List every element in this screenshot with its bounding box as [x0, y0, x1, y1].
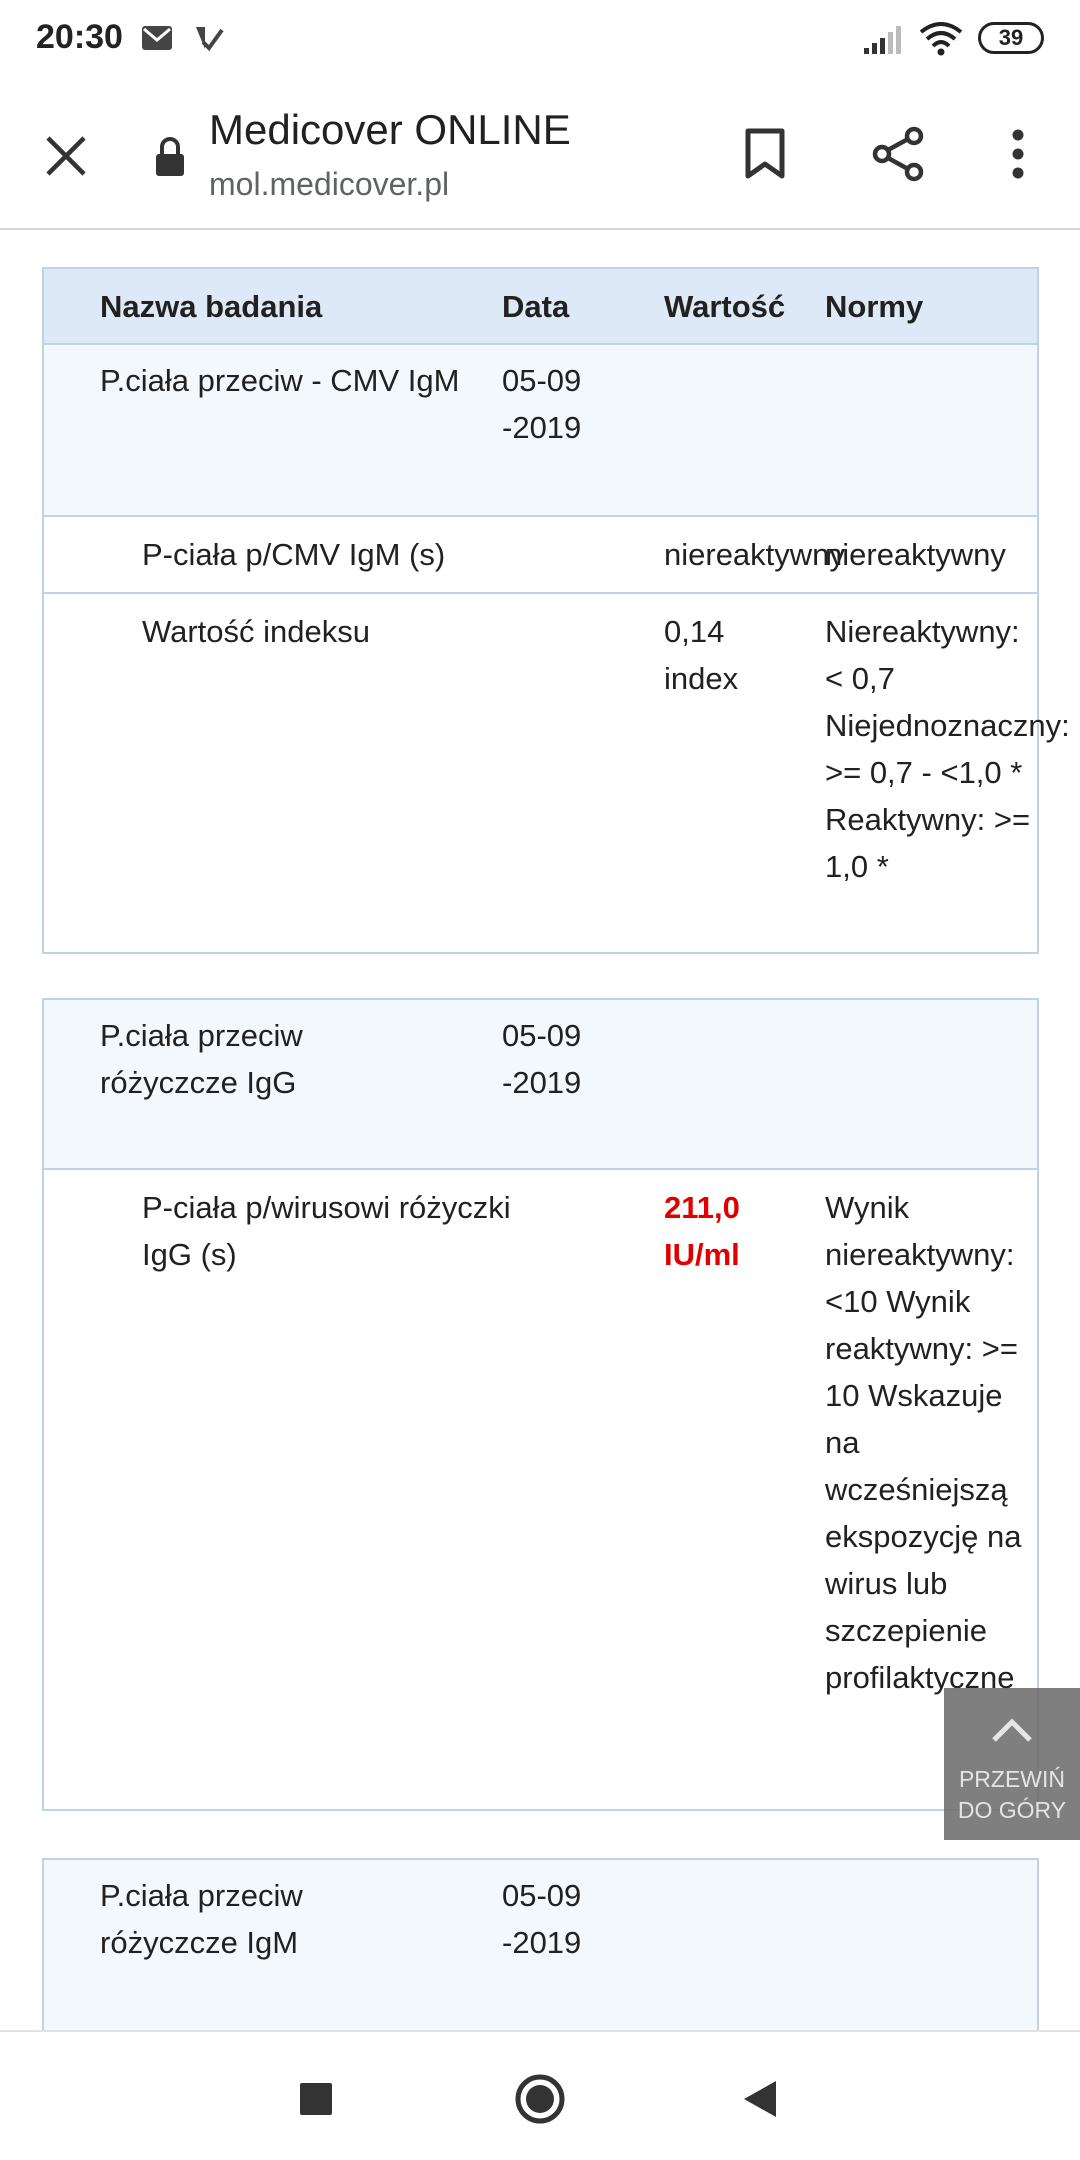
- group-name: P.ciała przeciw - CMV IgM: [100, 363, 460, 398]
- row-name: P-ciała p/wirusowi różyczki IgG (s): [142, 1190, 511, 1272]
- battery-level: 39: [998, 25, 1024, 50]
- row-value: 0,14 index: [664, 614, 739, 696]
- group-name: P.ciała przeciw różyczcze IgM: [100, 1878, 303, 1960]
- table-group-row[interactable]: P.ciała przeciw - CMV IgM 05-09-2019: [44, 345, 1037, 517]
- browser-toolbar: Medicover ONLINE mol.medicover.pl: [0, 76, 1080, 230]
- results-table-rubella-igm: P.ciała przeciw różyczcze IgM 05-09-2019: [42, 1858, 1039, 2030]
- row-value: niereaktywny: [664, 537, 845, 572]
- header-value: Wartość: [664, 289, 786, 324]
- check-notification-icon: [193, 24, 225, 59]
- bookmark-button[interactable]: [735, 122, 795, 186]
- recent-apps-button[interactable]: [281, 2064, 351, 2134]
- results-table-cmv: Nazwa badania Data Wartość Normy P.ciała…: [42, 267, 1070, 954]
- lock-icon: [152, 134, 188, 180]
- page-title[interactable]: Medicover ONLINE: [209, 106, 571, 154]
- share-button[interactable]: [866, 122, 930, 186]
- group-name: P.ciała przeciw różyczcze IgG: [100, 1018, 303, 1100]
- table-header-row: Nazwa badania Data Wartość Normy: [44, 269, 1037, 345]
- wifi-icon: [918, 22, 964, 61]
- row-name: Wartość indeksu: [142, 614, 370, 649]
- scroll-to-top-button[interactable]: PRZEWIŃ DO GÓRY: [944, 1688, 1080, 1840]
- close-button[interactable]: [36, 126, 96, 186]
- page-url[interactable]: mol.medicover.pl: [209, 166, 449, 203]
- table-row[interactable]: P-ciała p/wirusowi różyczki IgG (s) 211,…: [44, 1170, 1037, 1809]
- row-name: P-ciała p/CMV IgM (s): [142, 537, 446, 572]
- back-icon: [744, 2081, 776, 2117]
- table-row[interactable]: Wartość indeksu 0,14 index Niereaktywny:…: [44, 594, 1070, 952]
- close-icon: [46, 136, 86, 176]
- bookmark-icon: [745, 128, 785, 179]
- system-nav-bar: [0, 2030, 1080, 2160]
- row-norms: niereaktywny: [825, 537, 1006, 572]
- header-norms: Normy: [825, 289, 924, 324]
- home-icon: [515, 2074, 565, 2124]
- results-table-rubella-igg: P.ciała przeciw różyczcze IgG 05-09-2019…: [42, 998, 1039, 1811]
- table-row[interactable]: P-ciała p/CMV IgM (s) niereaktywny niere…: [44, 517, 1037, 594]
- header-date: Data: [502, 289, 570, 324]
- results-content[interactable]: Nazwa badania Data Wartość Normy P.ciała…: [0, 230, 1080, 2030]
- status-bar: 20:30 39: [0, 0, 1080, 76]
- more-options-button[interactable]: [994, 122, 1042, 186]
- group-date: 05-09-2019: [502, 363, 582, 445]
- scroll-to-top-label: PRZEWIŃ DO GÓRY: [957, 1766, 1067, 1823]
- group-date: 05-09-2019: [502, 1878, 582, 1960]
- home-button[interactable]: [505, 2064, 575, 2134]
- screen: 20:30 39 Medicover ONLINE mol.medicover.…: [0, 0, 1080, 2160]
- mail-icon: [140, 24, 174, 57]
- group-date: 05-09-2019: [502, 1018, 582, 1100]
- share-icon: [872, 126, 924, 182]
- header-name: Nazwa badania: [100, 289, 323, 324]
- back-button[interactable]: [725, 2064, 795, 2134]
- row-norms: Niereaktywny: < 0,7 Niejednoznaczny: >= …: [825, 614, 1070, 884]
- status-time: 20:30: [36, 18, 123, 56]
- row-norms: Wynik niereaktywny: <10 Wynik reaktywny:…: [825, 1190, 1022, 1695]
- signal-icon: [862, 26, 904, 59]
- chevron-up-icon: [992, 1718, 1032, 1742]
- more-vert-icon: [1012, 129, 1024, 179]
- battery-icon: 39: [978, 22, 1044, 54]
- recent-apps-icon: [300, 2083, 332, 2115]
- row-value-abnormal: 211,0 IU/ml: [664, 1190, 740, 1272]
- table-group-row[interactable]: P.ciała przeciw różyczcze IgG 05-09-2019: [44, 1000, 1037, 1170]
- table-group-row[interactable]: P.ciała przeciw różyczcze IgM 05-09-2019: [44, 1860, 1037, 2030]
